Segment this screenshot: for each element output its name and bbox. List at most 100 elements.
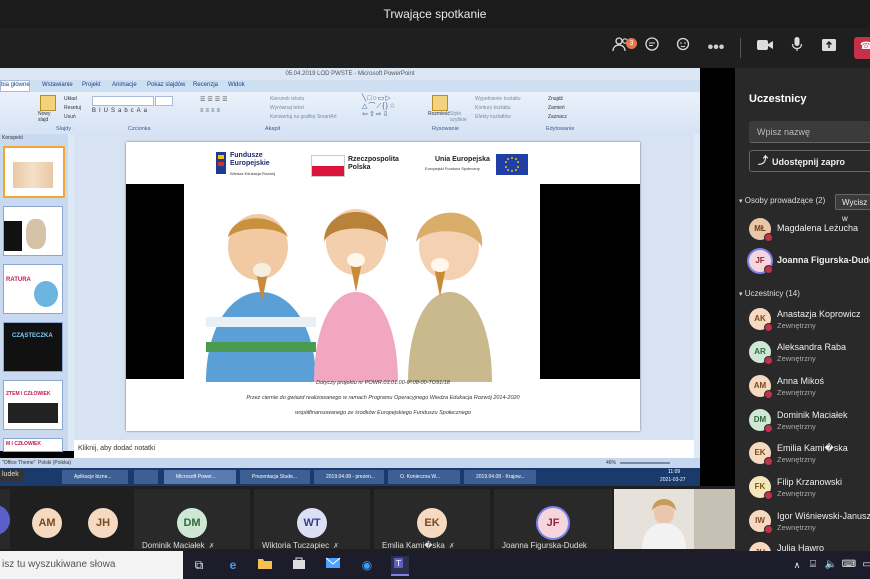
project-name-caption: Przez ciernie do gwiazd realizowanego w …	[246, 395, 520, 401]
tab-animations[interactable]: Animacje	[112, 82, 137, 88]
arrange-button[interactable]: Rozmieść	[428, 111, 450, 117]
participant-tile[interactable]: AM JH	[14, 489, 130, 549]
remote-task-6[interactable]: O. Konieczna W...	[388, 470, 460, 484]
remote-task-3[interactable]: Microsoft Power...	[164, 470, 236, 484]
align-text-button[interactable]: Wyrównaj tekst	[270, 105, 304, 111]
camera-icon[interactable]	[753, 36, 777, 60]
share-invite-button[interactable]: ⤴ Udostępnij zapro	[749, 150, 870, 172]
notes-field[interactable]: Kliknij, aby dodać notatki	[74, 440, 694, 458]
layout-button[interactable]: Układ	[64, 96, 77, 102]
shape-outline-button[interactable]: Kontury kształtu	[475, 105, 511, 111]
participant-role: Zewnętrzny	[777, 321, 816, 330]
slide-thumb-4[interactable]: CZĄSTECZKA	[3, 322, 63, 372]
mute-all-button[interactable]: Wycisz w	[835, 194, 870, 223]
font-name-field[interactable]	[92, 96, 154, 106]
participant-tile-speaking[interactable]: JF Joanna Figurska-Dudek	[494, 489, 612, 550]
tab-review[interactable]: Recenzja	[193, 82, 218, 88]
attendee-row[interactable]: FK Filip Krzanowski Zewnętrzny	[749, 474, 870, 506]
attendee-row[interactable]: AK Anastazja Koprowicz Zewnętrzny	[749, 306, 870, 338]
outline-tab[interactable]: Konspekt	[2, 135, 23, 141]
new-slide-button[interactable]: Nowy slajd	[38, 111, 58, 123]
network-icon[interactable]: ⌸	[804, 556, 822, 574]
slide-thumb-2[interactable]	[3, 206, 63, 256]
presenters-section-header[interactable]: ▾ Osoby prowadzące (2)	[739, 196, 825, 205]
file-explorer-icon[interactable]	[256, 556, 274, 574]
quick-styles-button[interactable]: Style szybkie	[450, 111, 470, 123]
attendee-row[interactable]: IW Igor Wiśniewski-Janusz Zewnętrzny	[749, 508, 870, 540]
attendee-row[interactable]: EK Emilia Kami�ska Zewnętrzny	[749, 440, 870, 472]
keyboard-icon[interactable]: ⌨	[840, 556, 858, 574]
thumb-text: RATURA	[6, 277, 31, 283]
remote-task-2[interactable]	[134, 470, 158, 484]
list-buttons[interactable]: ☰☰☰☰	[200, 96, 260, 104]
thumb-image	[13, 162, 53, 188]
slide-thumb-3[interactable]: RATURA	[3, 264, 63, 314]
people-icon[interactable]: 3	[609, 36, 637, 60]
leave-button[interactable]: ☎	[854, 37, 870, 59]
slide-thumb-1[interactable]	[3, 146, 65, 198]
tab-view[interactable]: Widok	[228, 82, 245, 88]
remote-task-5[interactable]: 2019.04.08 - prezen...	[314, 470, 384, 484]
attendees-section-header[interactable]: ▾ Uczestnicy (14)	[739, 289, 800, 298]
arrange-icon[interactable]	[432, 95, 448, 111]
remote-clock-time: 11:09	[668, 469, 681, 475]
mail-icon[interactable]	[324, 556, 342, 574]
participant-video-tile[interactable]	[614, 489, 735, 549]
teams-icon[interactable]: T	[391, 556, 409, 576]
shapes-gallery[interactable]: ╲□○▭▷ △⌒⟋{}☆ ⇦⇧⇨⇩	[362, 95, 422, 119]
eu-flag-icon	[496, 154, 528, 175]
text-direction-button[interactable]: Kierunek tekstu	[270, 96, 304, 102]
fe-logo-stripe	[218, 162, 224, 166]
mic-icon[interactable]	[785, 36, 809, 60]
edge-icon[interactable]: e	[224, 556, 242, 574]
browser-icon[interactable]: ◉	[358, 556, 376, 574]
remote-task-7[interactable]: 2019.04.08 - Krajow...	[464, 470, 536, 484]
share-tray-icon[interactable]	[817, 36, 841, 60]
slide-editing-area: Fundusze Europejskie Wiedza Edukacja Roz…	[74, 134, 694, 440]
zoom-slider[interactable]	[620, 462, 670, 464]
find-button[interactable]: Znajdź	[548, 96, 563, 102]
tab-insert[interactable]: Wstawianie	[42, 82, 73, 88]
volume-icon[interactable]: 🔈	[822, 556, 840, 574]
store-icon[interactable]	[290, 556, 308, 574]
attendee-row[interactable]: AR Aleksandra Raba Zewnętrzny	[749, 339, 870, 371]
tab-home[interactable]: bia główne	[1, 82, 30, 88]
participant-tile[interactable]: WT Wiktoria Tuczapiec ✗	[254, 489, 370, 550]
slide-scrollbar[interactable]	[694, 134, 700, 458]
select-button[interactable]: Zaznacz	[548, 114, 567, 120]
thumb-image	[26, 219, 46, 249]
mic-off-icon: ✗	[333, 543, 340, 550]
smartart-button[interactable]: Konwertuj na grafikę SmartArt	[270, 114, 337, 120]
more-icon[interactable]: •••	[704, 36, 728, 60]
reset-button[interactable]: Resetuj	[64, 105, 81, 111]
tab-design[interactable]: Projekt	[82, 82, 101, 88]
participant-search-input[interactable]: Wpisz nazwę	[749, 121, 870, 143]
font-format-buttons[interactable]: BIUSabcAa	[92, 108, 192, 116]
task-view-icon[interactable]: ⧉	[190, 556, 208, 574]
tab-slideshow[interactable]: Pokaz slajdów	[147, 82, 185, 88]
participant-tile[interactable]: DM Dominik Maciałek ✗	[134, 489, 250, 550]
taskbar-search-input[interactable]: isz tu wyszukiwane słowa	[0, 551, 183, 579]
presenter-row[interactable]: JF Joanna Figurska-Dudek	[749, 248, 870, 280]
reactions-icon[interactable]	[672, 36, 696, 60]
new-slide-icon[interactable]	[40, 95, 56, 111]
attendee-row[interactable]: JH Julia Hawro	[749, 540, 870, 551]
flag-red	[312, 166, 344, 176]
remote-task-4[interactable]: Prezentacja Stude...	[240, 470, 310, 484]
chat-icon[interactable]	[640, 36, 664, 60]
attendee-row[interactable]: DM Dominik Maciałek Zewnętrzny	[749, 407, 870, 439]
attendee-row[interactable]: AM Anna Mikoś Zewnętrzny	[749, 373, 870, 405]
delete-button[interactable]: Usuń	[64, 114, 76, 120]
replace-button[interactable]: Zamień	[548, 105, 565, 111]
remote-task-1[interactable]: Aplikacje bizne...	[62, 470, 128, 484]
shape-effects-button[interactable]: Efekty kształtów	[475, 114, 511, 120]
font-size-field[interactable]	[155, 96, 173, 106]
slide-thumb-6[interactable]: M I CZŁOWIEK	[3, 438, 63, 452]
participant-tile[interactable]: EK Emilia Kami�ska ✗	[374, 489, 490, 550]
notification-icon[interactable]: ▭	[858, 556, 870, 574]
participant-tile[interactable]	[0, 489, 10, 549]
align-buttons[interactable]: ≡≡≡≡	[200, 108, 260, 116]
presenter-row[interactable]: MŁ Magdalena Leżucha	[749, 216, 870, 248]
slide-thumb-5[interactable]: ZTEM I CZŁOWIEK	[3, 380, 63, 430]
shape-fill-button[interactable]: Wypełnienie kształtu	[475, 96, 521, 102]
